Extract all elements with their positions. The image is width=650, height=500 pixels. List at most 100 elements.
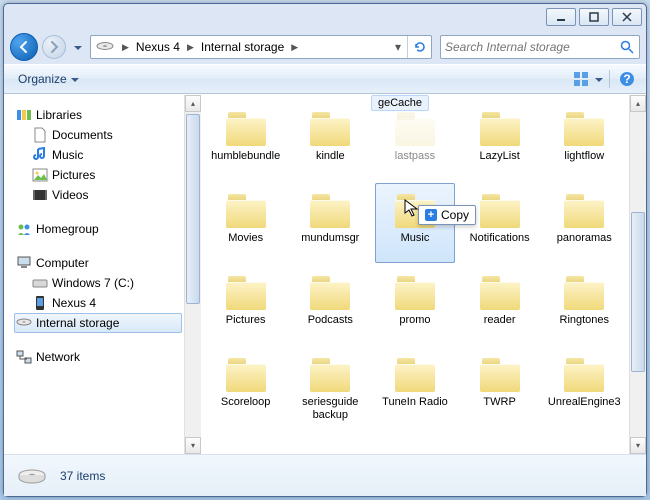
folder-item[interactable]: kindle	[290, 101, 370, 181]
folder-label: TuneIn Radio	[382, 396, 448, 409]
drive-icon	[95, 37, 115, 57]
scroll-track[interactable]	[630, 112, 646, 437]
folder-icon	[560, 272, 608, 312]
documents-node[interactable]: Documents	[14, 125, 182, 145]
crumb-separator[interactable]: ▶	[184, 42, 197, 53]
internal-storage-node[interactable]: Internal storage	[14, 313, 182, 333]
drag-tooltip: + Copy	[418, 205, 476, 225]
folder-item[interactable]: LazyList	[460, 101, 540, 181]
scroll-thumb[interactable]	[631, 212, 645, 372]
folder-item[interactable]: Ringtones	[544, 265, 624, 345]
folder-label: kindle	[316, 150, 345, 163]
crumb-separator[interactable]: ▶	[119, 42, 132, 53]
nav-bar: ▶ Nexus 4 ▶ Internal storage ▶ ▾	[4, 30, 646, 64]
scroll-up[interactable]: ▴	[630, 95, 646, 112]
computer-node[interactable]: Computer	[14, 253, 182, 273]
folder-item[interactable]: humblebundle	[206, 101, 286, 181]
search-box[interactable]	[440, 35, 640, 59]
folder-item[interactable]: reader	[460, 265, 540, 345]
libraries-node[interactable]: Libraries	[14, 105, 182, 125]
folder-label: Music	[401, 232, 430, 245]
help-button[interactable]: ?	[616, 68, 638, 90]
cdrive-node[interactable]: Windows 7 (C:)	[14, 273, 182, 293]
folder-item[interactable]: lightflow	[544, 101, 624, 181]
scroll-track[interactable]	[185, 112, 201, 437]
folder-item[interactable]: panoramas	[544, 183, 624, 263]
folder-item[interactable]: Scoreloop	[206, 347, 286, 427]
folder-item[interactable]: Podcasts	[290, 265, 370, 345]
network-icon	[16, 349, 32, 365]
scroll-up[interactable]: ▴	[185, 95, 201, 112]
network-node[interactable]: Network	[14, 347, 182, 367]
storage-icon	[16, 315, 32, 331]
nexus4-node[interactable]: Nexus 4	[14, 293, 182, 313]
search-input[interactable]	[445, 40, 619, 54]
folder-label: LazyList	[479, 150, 519, 163]
computer-group: Computer Windows 7 (C:) Nexus 4 Internal…	[14, 253, 182, 333]
folder-icon	[560, 354, 608, 394]
homegroup-group: Homegroup	[14, 219, 182, 239]
document-icon	[32, 127, 48, 143]
folder-grid[interactable]: geCache humblebundlekindlelastpassLazyLi…	[201, 95, 629, 454]
folder-item[interactable]: promo	[375, 265, 455, 345]
refresh-button[interactable]	[407, 36, 431, 58]
back-button[interactable]	[10, 33, 38, 61]
folder-icon	[306, 108, 354, 148]
tree-label: Pictures	[52, 168, 95, 182]
tree-label: Videos	[52, 188, 88, 202]
history-dropdown[interactable]	[70, 35, 86, 59]
folder-item[interactable]: Pictures	[206, 265, 286, 345]
breadcrumb-item[interactable]: Nexus 4	[132, 36, 184, 58]
crumb-separator[interactable]: ▶	[288, 42, 301, 53]
drive-icon	[32, 275, 48, 291]
folder-icon	[476, 354, 524, 394]
address-bar[interactable]: ▶ Nexus 4 ▶ Internal storage ▶ ▾	[90, 35, 432, 59]
explorer-window: ▶ Nexus 4 ▶ Internal storage ▶ ▾ Organiz…	[3, 3, 647, 497]
folder-label: Movies	[228, 232, 263, 245]
minimize-button[interactable]	[546, 8, 576, 26]
folder-icon	[391, 108, 439, 148]
network-group: Network	[14, 347, 182, 367]
folder-label: mundumsgr	[301, 232, 359, 245]
folder-label: seriesguide backup	[292, 396, 368, 422]
tree-label: Internal storage	[36, 316, 119, 330]
videos-node[interactable]: Videos	[14, 185, 182, 205]
view-dropdown[interactable]	[595, 78, 603, 82]
scroll-down[interactable]: ▾	[185, 437, 201, 454]
view-button[interactable]	[571, 68, 593, 90]
folder-label: promo	[399, 314, 430, 327]
svg-text:?: ?	[623, 72, 630, 86]
folder-item[interactable]: UnrealEngine3	[544, 347, 624, 427]
tree-label: Network	[36, 350, 80, 364]
folder-item[interactable]: TWRP	[460, 347, 540, 427]
close-button[interactable]	[612, 8, 642, 26]
content-scrollbar[interactable]: ▴ ▾	[629, 95, 646, 454]
homegroup-icon	[16, 221, 32, 237]
folder-item[interactable]: Movies	[206, 183, 286, 263]
storage-icon	[16, 466, 48, 486]
status-text: 37 items	[60, 469, 105, 483]
forward-button[interactable]	[42, 35, 66, 59]
folder-icon	[222, 272, 270, 312]
folder-icon	[476, 108, 524, 148]
music-node[interactable]: Music	[14, 145, 182, 165]
folder-item[interactable]: mundumsgr	[290, 183, 370, 263]
folder-icon	[222, 354, 270, 394]
folder-label: Ringtones	[560, 314, 610, 327]
folder-item[interactable]: seriesguide backup	[290, 347, 370, 427]
breadcrumb-item[interactable]: Internal storage	[197, 36, 288, 58]
status-bar: 37 items	[4, 454, 646, 496]
scroll-thumb[interactable]	[186, 114, 200, 304]
scroll-down[interactable]: ▾	[630, 437, 646, 454]
folder-item[interactable]: lastpass	[375, 101, 455, 181]
folder-icon	[222, 190, 270, 230]
organize-button[interactable]: Organize	[12, 70, 85, 88]
maximize-button[interactable]	[579, 8, 609, 26]
sidebar-scrollbar[interactable]: ▴ ▾	[184, 95, 201, 454]
pictures-node[interactable]: Pictures	[14, 165, 182, 185]
pictures-icon	[32, 167, 48, 183]
folder-item[interactable]: TuneIn Radio	[375, 347, 455, 427]
libraries-icon	[16, 107, 32, 123]
address-dropdown[interactable]: ▾	[389, 40, 407, 54]
homegroup-node[interactable]: Homegroup	[14, 219, 182, 239]
